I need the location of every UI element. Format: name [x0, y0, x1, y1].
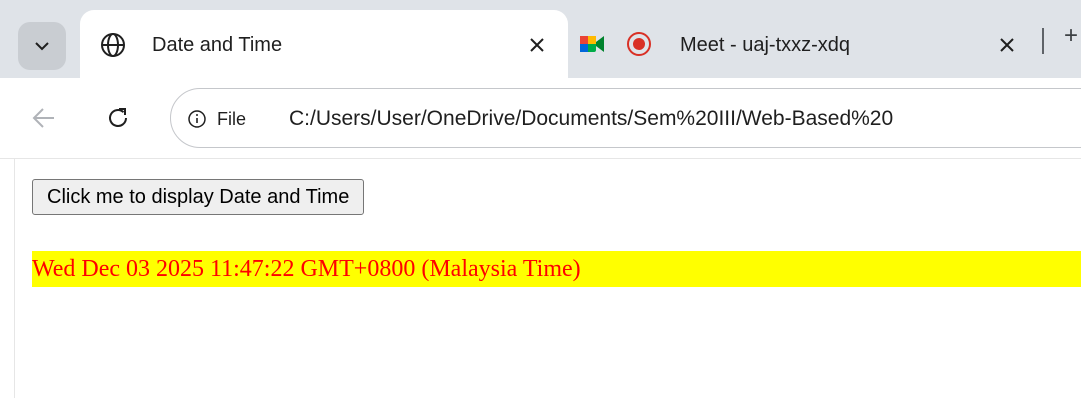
- tab-title: Meet - uaj-txxz-xdq: [680, 34, 851, 56]
- address-bar[interactable]: File C:/Users/User/OneDrive/Documents/Se…: [170, 88, 1081, 148]
- tab-separator: [1042, 28, 1044, 54]
- reload-icon: [109, 108, 127, 127]
- globe-icon: [101, 33, 125, 57]
- tab-strip: Date and Time Meet - uaj-txxz-xdq +: [0, 0, 1081, 78]
- tab-close-button[interactable]: [994, 32, 1020, 58]
- back-button[interactable]: [26, 100, 62, 136]
- divider: [14, 159, 15, 398]
- tab-search-button[interactable]: [18, 22, 66, 70]
- browser-toolbar: File C:/Users/User/OneDrive/Documents/Se…: [0, 78, 1081, 158]
- tab-date-and-time[interactable]: Date and Time: [80, 10, 568, 78]
- info-icon: [188, 110, 206, 128]
- recording-icon: [627, 32, 651, 56]
- arrow-left-icon: [32, 108, 54, 128]
- close-icon: [1000, 38, 1014, 52]
- tab-title: Date and Time: [152, 34, 283, 56]
- chevron-down-icon: [35, 42, 49, 51]
- tab-close-button[interactable]: [524, 32, 550, 58]
- new-tab-button[interactable]: +: [1064, 22, 1078, 50]
- close-icon: [530, 38, 544, 52]
- google-meet-icon: [580, 36, 604, 52]
- display-date-time-button[interactable]: Click me to display Date and Time: [32, 179, 365, 215]
- date-time-output: Wed Dec 03 2025 11:47:22 GMT+0800 (Malay…: [32, 251, 1081, 287]
- page-content: Click me to display Date and Time Wed De…: [0, 158, 1081, 398]
- url-text[interactable]: C:/Users/User/OneDrive/Documents/Sem%20I…: [289, 105, 893, 133]
- site-info-chip[interactable]: File: [217, 107, 246, 131]
- tab-meet[interactable]: Meet - uaj-txxz-xdq: [568, 10, 1048, 70]
- reload-button[interactable]: [100, 100, 136, 136]
